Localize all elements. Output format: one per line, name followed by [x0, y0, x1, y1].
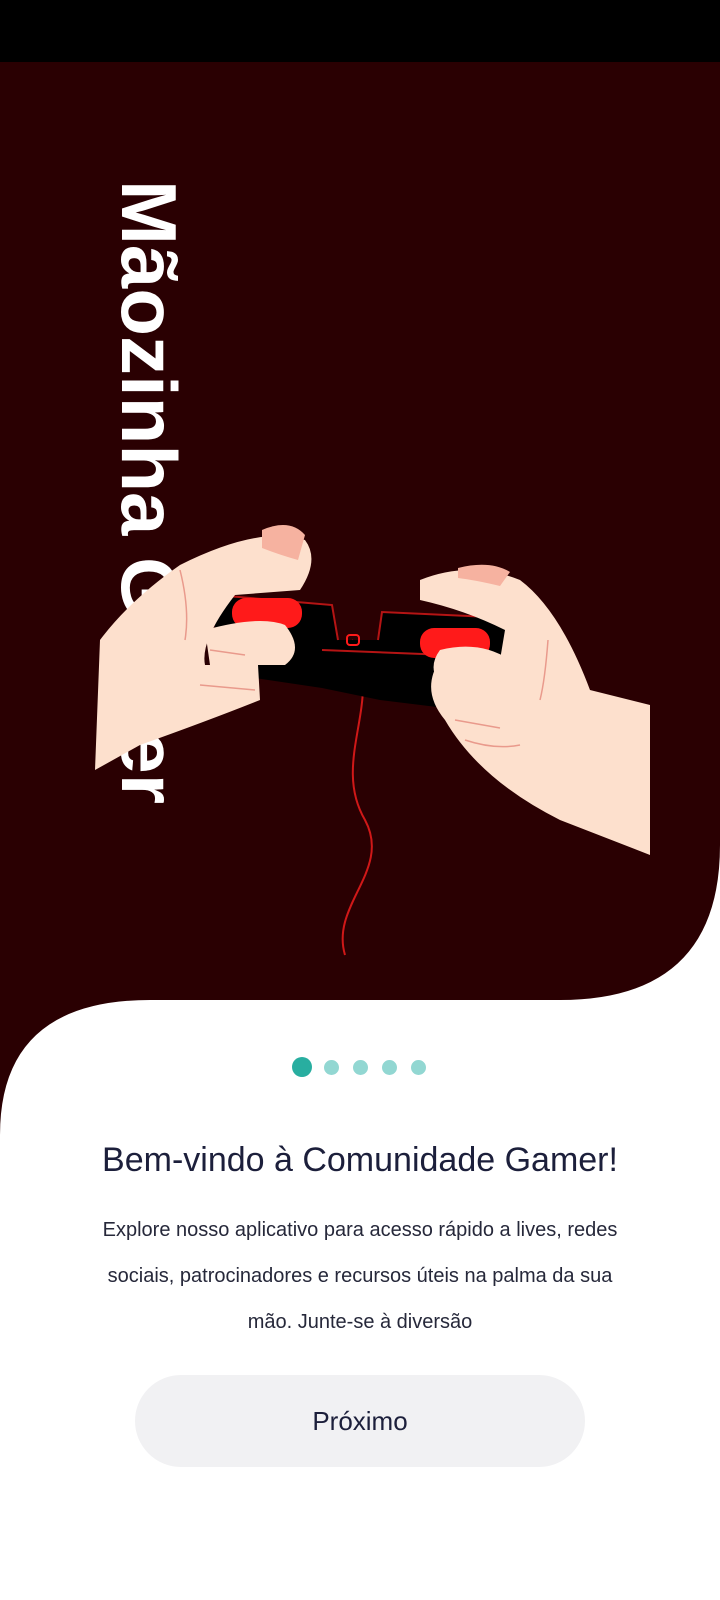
- welcome-description: Explore nosso aplicativo para acesso ráp…: [102, 1219, 618, 1333]
- pager-dot[interactable]: [323, 1059, 339, 1075]
- welcome-title: Bem-vindo à Comunidade Gamer!: [102, 1141, 618, 1179]
- next-button[interactable]: Próximo: [135, 1375, 585, 1467]
- pager-dot[interactable]: [381, 1059, 397, 1075]
- onboarding-pager: [0, 1057, 720, 1077]
- pager-dot[interactable]: [352, 1059, 368, 1075]
- gamepad-hands-illustration: [95, 525, 650, 956]
- pager-dot[interactable]: [292, 1057, 312, 1077]
- pager-dot[interactable]: [410, 1059, 426, 1075]
